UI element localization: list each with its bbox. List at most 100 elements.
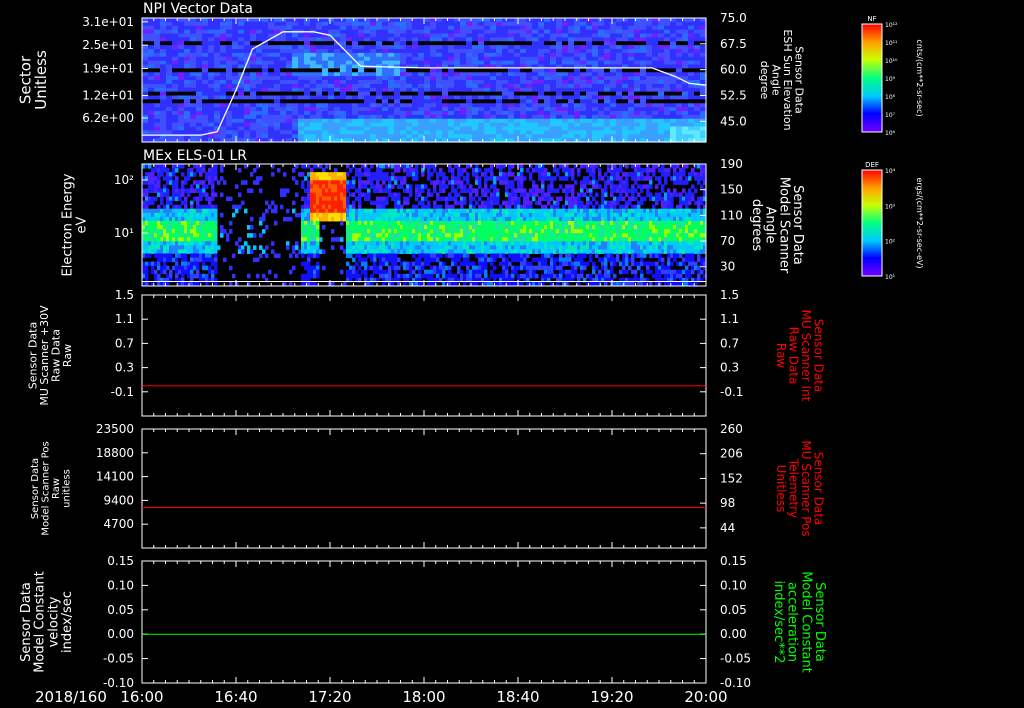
els-heatmap-cell xyxy=(310,233,314,238)
els-heatmap-cell xyxy=(316,192,320,198)
npi-heatmap-cell xyxy=(418,25,425,31)
els-heatmap-cell xyxy=(187,216,191,222)
npi-heatmap-cell xyxy=(568,68,575,73)
els-heatmap-cell xyxy=(433,220,437,226)
els-heatmap-cell xyxy=(400,220,404,226)
els-heatmap-cell xyxy=(304,245,308,250)
npi-heatmap-cell xyxy=(160,107,167,112)
npi-heatmap-cell xyxy=(532,68,539,73)
els-heatmap-cell xyxy=(304,176,308,181)
npi-heatmap-cell xyxy=(274,37,281,42)
npi-heatmap-cell xyxy=(196,107,203,112)
els-heatmap-cell xyxy=(400,273,404,279)
npi-heatmap-cell xyxy=(478,114,485,120)
els-heatmap-cell xyxy=(190,253,194,259)
els-heatmap-cell xyxy=(370,249,374,254)
npi-heatmap-cell xyxy=(388,29,395,35)
els-heatmap-cell xyxy=(205,265,209,271)
npi-heatmap-cell xyxy=(658,60,665,66)
npi-heatmap-cell xyxy=(538,126,545,131)
npi-heatmap-cell xyxy=(172,68,179,73)
npi-heatmap-cell xyxy=(376,99,383,104)
els-heatmap-cell xyxy=(163,184,167,189)
els-heatmap-cell xyxy=(310,273,314,279)
els-heatmap-cell xyxy=(406,188,410,193)
npi-heatmap-cell xyxy=(166,56,173,62)
els-heatmap-cell xyxy=(451,188,455,193)
npi-heatmap-cell xyxy=(586,18,593,23)
els-heatmap-cell xyxy=(328,184,332,189)
npi-heatmap-cell xyxy=(448,130,455,135)
els-heatmap-cell xyxy=(400,233,404,238)
els-heatmap-cell xyxy=(439,212,443,218)
npi-heatmap-cell xyxy=(226,41,233,46)
npi-heatmap-cell xyxy=(688,33,695,38)
npi-heatmap-cell xyxy=(430,103,437,108)
els-heatmap-cell xyxy=(190,257,194,263)
els-heatmap-cell xyxy=(436,269,440,275)
npi-heatmap-cell xyxy=(676,41,683,46)
npi-heatmap-cell xyxy=(430,111,437,116)
npi-heatmap-cell xyxy=(328,107,335,112)
npi-heatmap-cell xyxy=(184,130,191,135)
npi-heatmap-cell xyxy=(652,107,659,112)
npi-heatmap-cell xyxy=(544,83,551,89)
els-heatmap-cell xyxy=(235,208,239,214)
npi-heatmap-cell xyxy=(568,25,575,31)
npi-heatmap-cell xyxy=(382,114,389,120)
npi-heatmap-cell xyxy=(322,18,329,23)
npi-heatmap-cell xyxy=(184,56,191,62)
npi-heatmap-cell xyxy=(574,29,581,35)
npi-heatmap-cell xyxy=(538,80,545,85)
npi-heatmap-cell xyxy=(490,126,497,131)
npi-heatmap-cell xyxy=(646,114,653,120)
els-heatmap-cell xyxy=(145,273,149,279)
npi-heatmap-cell xyxy=(448,114,455,120)
npi-heatmap-cell xyxy=(202,72,209,77)
npi-heatmap-cell xyxy=(460,130,467,135)
npi-heatmap-cell xyxy=(508,60,515,66)
npi-heatmap-cell xyxy=(466,37,473,42)
npi-heatmap-cell xyxy=(148,45,155,50)
npi-heatmap-cell xyxy=(376,95,383,100)
npi-heatmap-cell xyxy=(496,80,503,85)
els-heatmap-cell xyxy=(349,192,353,198)
npi-heatmap-cell xyxy=(166,107,173,112)
els-heatmap-cell xyxy=(370,265,374,271)
npi-heatmap-cell xyxy=(616,103,623,108)
els-heatmap-cell xyxy=(448,253,452,259)
els-heatmap-cell xyxy=(322,265,326,271)
els-heatmap-cell xyxy=(451,208,455,214)
npi-heatmap-cell xyxy=(442,87,449,93)
els-heatmap-cell xyxy=(397,212,401,218)
npi-heatmap-cell xyxy=(454,126,461,131)
npi-heatmap-cell xyxy=(526,83,533,89)
els-heatmap-cell xyxy=(430,212,434,218)
npi-heatmap-cell xyxy=(214,111,221,116)
npi-heatmap-cell xyxy=(406,64,413,69)
npi-heatmap-cell xyxy=(424,122,431,128)
npi-heatmap-cell xyxy=(472,80,479,85)
npi-heatmap-cell xyxy=(538,130,545,135)
els-heatmap-cell xyxy=(352,192,356,198)
npi-heatmap-cell xyxy=(616,45,623,50)
els-heatmap-cell xyxy=(418,212,422,218)
npi-heatmap-cell xyxy=(424,118,431,124)
els-heatmap-cell xyxy=(259,253,263,259)
npi-heatmap-cell xyxy=(172,29,179,35)
npi-heatmap-cell xyxy=(298,130,305,135)
npi-heatmap-cell xyxy=(286,99,293,104)
npi-heatmap-cell xyxy=(310,60,317,66)
npi-heatmap-cell xyxy=(214,37,221,42)
y-tick-label-left: 3.1e+01 xyxy=(82,15,134,29)
els-heatmap-cell xyxy=(355,249,359,254)
els-heatmap-cell xyxy=(292,208,296,214)
npi-heatmap-cell xyxy=(574,130,581,135)
els-heatmap-cell xyxy=(421,204,425,210)
npi-heatmap-cell xyxy=(514,49,521,54)
npi-heatmap-cell xyxy=(658,103,665,108)
els-heatmap-cell xyxy=(148,176,152,181)
els-heatmap-cell xyxy=(295,192,299,198)
npi-heatmap-cell xyxy=(514,122,521,128)
npi-heatmap-cell xyxy=(286,114,293,120)
